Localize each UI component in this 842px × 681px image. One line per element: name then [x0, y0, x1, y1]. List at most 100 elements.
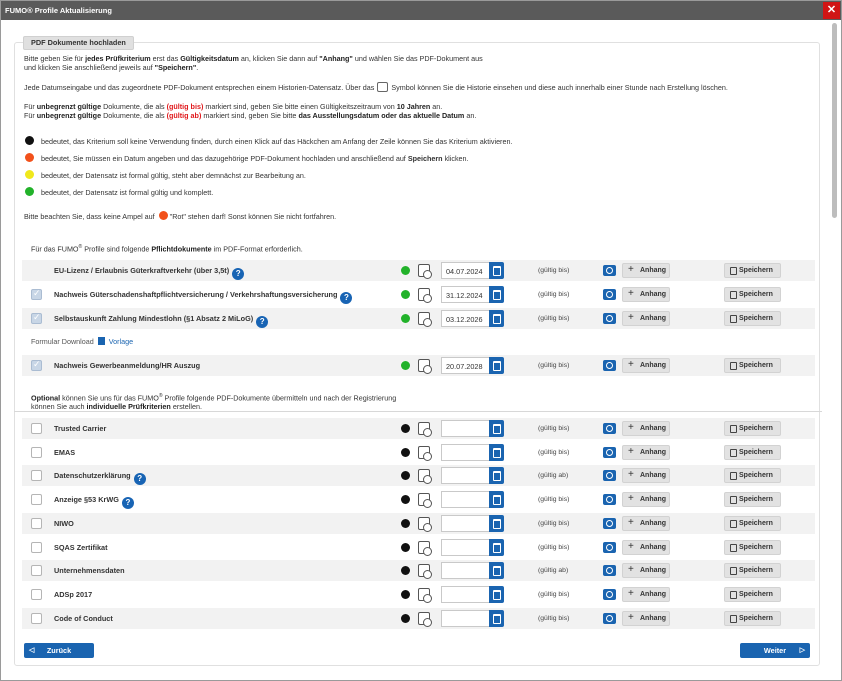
attachment-button[interactable]: Anhang — [622, 287, 670, 302]
date-input[interactable]: 20.07.2028 — [441, 357, 489, 374]
row-checkbox[interactable] — [31, 588, 42, 600]
attachment-button[interactable]: Anhang — [622, 539, 670, 555]
template-link[interactable]: Vorlage — [109, 337, 133, 346]
calendar-icon[interactable] — [489, 467, 504, 485]
history-icon[interactable] — [418, 288, 432, 303]
calendar-icon[interactable] — [489, 514, 504, 532]
calendar-icon[interactable] — [489, 562, 504, 580]
calendar-icon[interactable] — [489, 286, 504, 303]
calendar-icon[interactable] — [489, 310, 504, 327]
close-button[interactable]: ✕ — [823, 2, 840, 19]
attachment-button[interactable]: Anhang — [622, 358, 670, 373]
camera-icon[interactable] — [603, 612, 616, 624]
date-input[interactable] — [441, 538, 489, 556]
attachment-button[interactable]: Anhang — [622, 515, 670, 531]
date-input[interactable] — [441, 514, 489, 532]
date-input[interactable] — [441, 562, 489, 580]
row-checkbox[interactable] — [31, 494, 42, 506]
history-icon[interactable] — [418, 422, 432, 437]
attachment-button[interactable]: Anhang — [622, 563, 670, 579]
help-icon[interactable]: ? — [340, 292, 353, 304]
camera-icon[interactable] — [603, 423, 616, 434]
row-checkbox[interactable] — [31, 517, 42, 529]
save-button[interactable]: Speichern — [724, 263, 781, 278]
save-button[interactable]: Speichern — [724, 421, 781, 436]
history-icon[interactable] — [418, 587, 432, 603]
scrollbar[interactable] — [832, 23, 837, 218]
save-button[interactable]: Speichern — [724, 563, 781, 579]
next-button[interactable]: Weiter ▷ — [740, 643, 810, 658]
row-checkbox[interactable] — [31, 565, 42, 577]
row-checkbox[interactable] — [31, 446, 42, 458]
save-button[interactable]: Speichern — [724, 492, 781, 508]
history-icon[interactable] — [418, 445, 432, 461]
row-checkbox[interactable] — [31, 470, 42, 482]
camera-icon[interactable] — [603, 446, 616, 458]
calendar-icon[interactable] — [489, 357, 504, 374]
camera-icon[interactable] — [603, 313, 616, 324]
row-checkbox[interactable] — [31, 312, 42, 324]
history-icon[interactable] — [418, 564, 432, 580]
calendar-icon[interactable] — [489, 262, 504, 279]
date-input[interactable] — [441, 443, 489, 461]
help-icon[interactable]: ? — [256, 316, 269, 328]
camera-icon[interactable] — [603, 588, 616, 600]
camera-icon[interactable] — [603, 265, 616, 276]
camera-icon[interactable] — [603, 541, 616, 553]
row-checkbox[interactable] — [31, 423, 42, 434]
save-button[interactable]: Speichern — [724, 358, 781, 373]
history-icon[interactable] — [418, 493, 432, 509]
camera-icon[interactable] — [603, 289, 616, 300]
help-icon[interactable]: ? — [232, 268, 245, 280]
date-input[interactable] — [441, 491, 489, 509]
attachment-button[interactable]: Anhang — [622, 421, 670, 436]
calendar-icon[interactable] — [489, 585, 504, 603]
history-icon[interactable] — [418, 540, 432, 556]
history-icon[interactable] — [418, 611, 432, 627]
calendar-icon[interactable] — [489, 443, 504, 461]
calendar-icon[interactable] — [489, 609, 504, 627]
camera-icon[interactable] — [603, 517, 616, 529]
calendar-icon[interactable] — [489, 538, 504, 556]
attachment-button[interactable]: Anhang — [622, 610, 670, 626]
row-checkbox[interactable] — [31, 612, 42, 624]
history-icon[interactable] — [418, 312, 432, 327]
date-input[interactable]: 31.12.2024 — [441, 286, 489, 303]
attachment-button[interactable]: Anhang — [622, 311, 670, 326]
history-icon[interactable] — [418, 516, 432, 532]
calendar-icon[interactable] — [489, 491, 504, 509]
date-input[interactable] — [441, 420, 489, 437]
history-icon[interactable] — [418, 264, 432, 279]
attachment-button[interactable]: Anhang — [622, 444, 670, 460]
camera-icon[interactable] — [603, 360, 616, 371]
row-checkbox[interactable] — [31, 541, 42, 553]
save-button[interactable]: Speichern — [724, 515, 781, 531]
save-button[interactable]: Speichern — [724, 444, 781, 460]
help-icon[interactable]: ? — [121, 497, 134, 510]
save-button[interactable]: Speichern — [724, 287, 781, 302]
row-checkbox[interactable] — [31, 359, 42, 371]
history-icon[interactable] — [418, 469, 432, 485]
help-icon[interactable]: ? — [133, 473, 146, 486]
date-input[interactable]: 04.07.2024 — [441, 262, 489, 279]
save-button[interactable]: Speichern — [724, 468, 781, 484]
save-button[interactable]: Speichern — [724, 539, 781, 555]
camera-icon[interactable] — [603, 470, 616, 482]
attachment-button[interactable]: Anhang — [622, 586, 670, 602]
date-input[interactable]: 03.12.2026 — [441, 310, 489, 327]
row-checkbox[interactable] — [31, 288, 42, 300]
date-input[interactable] — [441, 609, 489, 627]
camera-icon[interactable] — [603, 494, 616, 506]
history-icon[interactable] — [418, 359, 432, 374]
attachment-button[interactable]: Anhang — [622, 263, 670, 278]
date-input[interactable] — [441, 585, 489, 603]
save-button[interactable]: Speichern — [724, 586, 781, 602]
camera-icon[interactable] — [603, 565, 616, 577]
calendar-icon[interactable] — [489, 420, 504, 437]
save-button[interactable]: Speichern — [724, 311, 781, 326]
attachment-button[interactable]: Anhang — [622, 468, 670, 484]
date-input[interactable] — [441, 467, 489, 485]
attachment-button[interactable]: Anhang — [622, 492, 670, 508]
save-button[interactable]: Speichern — [724, 610, 781, 626]
back-button[interactable]: ◁ Zurück — [24, 643, 94, 658]
